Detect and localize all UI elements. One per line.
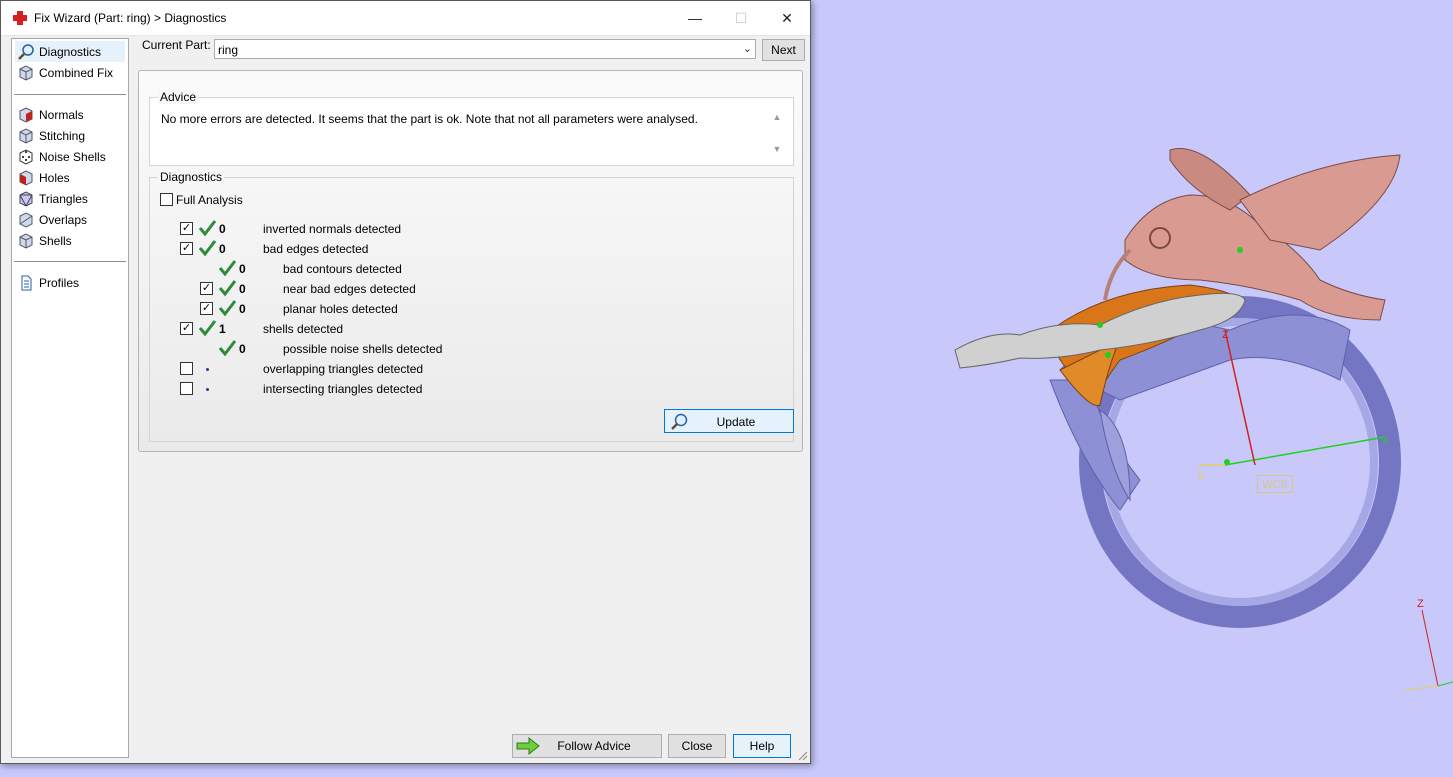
sidebar-divider [14, 261, 126, 262]
diagnostics-title: Diagnostics [158, 170, 225, 184]
svg-text:Z: Z [1222, 329, 1229, 341]
sidebar-divider [14, 94, 126, 95]
advice-group: Advice No more errors are detected. It s… [149, 90, 794, 166]
help-button[interactable]: Help [733, 734, 791, 758]
green-check-icon [198, 240, 216, 257]
current-part-select[interactable]: ring ⌄ [214, 39, 756, 59]
window-title: Fix Wizard (Part: ring) > Diagnostics [34, 11, 227, 25]
bad-contours-label: bad contours detected [283, 262, 402, 276]
planar-holes-label: planar holes detected [283, 302, 398, 316]
advice-scrollbar[interactable]: ▲ ▼ [770, 110, 784, 156]
cube-icon [19, 65, 33, 81]
sidebar-item-overlaps[interactable]: Overlaps [15, 209, 125, 230]
overlaps-cube-icon [19, 212, 33, 228]
svg-text:Z: Z [1417, 598, 1424, 610]
green-check-icon [218, 280, 236, 297]
chevron-down-icon: ⌄ [742, 43, 752, 55]
next-button[interactable]: Next [762, 39, 805, 61]
sidebar-item-diagnostics[interactable]: Diagnostics [15, 41, 125, 62]
update-button[interactable]: Update [664, 409, 794, 433]
intersecting-triangles-checkbox[interactable] [180, 382, 193, 395]
near-bad-edges-label: near bad edges detected [283, 282, 416, 296]
dice-icon [19, 149, 33, 165]
overlapping-triangles-checkbox[interactable] [180, 362, 193, 375]
shells-label: shells detected [263, 322, 344, 336]
close-button[interactable]: Close [668, 734, 726, 758]
wcs-label: WCS [1257, 475, 1293, 493]
scroll-down-icon[interactable]: ▼ [770, 142, 784, 156]
inverted-normals-count: 0 [219, 222, 226, 236]
follow-advice-label: Follow Advice [557, 739, 631, 753]
current-part-label: Current Part: [142, 38, 211, 52]
sidebar-item-combined-fix[interactable]: Combined Fix [15, 62, 125, 83]
green-check-icon [198, 220, 216, 237]
inverted-normals-checkbox[interactable]: ✓ [180, 222, 193, 235]
shells-checkbox[interactable]: ✓ [180, 322, 193, 335]
magnifier-icon [18, 44, 34, 60]
normals-cube-icon [19, 107, 33, 123]
fix-wizard-dialog: Fix Wizard (Part: ring) > Diagnostics — … [0, 0, 811, 764]
green-check-icon [218, 300, 236, 317]
green-check-icon [218, 260, 236, 277]
bad-edges-label: bad edges detected [263, 242, 369, 256]
title-bar[interactable]: Fix Wizard (Part: ring) > Diagnostics — … [1, 1, 810, 36]
overlapping-triangles-label: overlapping triangles detected [263, 362, 424, 376]
bad-contours-count: 0 [239, 262, 246, 276]
diagnostics-panel: Advice No more errors are detected. It s… [138, 70, 803, 452]
bad-edges-checkbox[interactable]: ✓ [180, 242, 193, 255]
holes-cube-icon [19, 170, 33, 186]
planar-holes-count: 0 [239, 302, 246, 316]
near-bad-edges-checkbox[interactable]: ✓ [200, 282, 213, 295]
svg-text:y: y [1198, 467, 1204, 481]
green-check-icon [218, 340, 236, 357]
svg-text:x: x [1383, 434, 1389, 446]
near-bad-edges-count: 0 [239, 282, 246, 296]
maximize-button: ☐ [734, 10, 748, 26]
wizard-sidebar: Diagnostics Combined Fix Normals Stitchi… [11, 38, 129, 758]
diagnostics-group: Diagnostics Full Analysis ✓ 0 inverted n… [149, 170, 794, 442]
scroll-up-icon[interactable]: ▲ [770, 110, 784, 124]
sidebar-item-profiles[interactable]: Profiles [15, 272, 125, 293]
green-check-icon [198, 320, 216, 337]
green-arrow-icon [516, 736, 540, 756]
advice-title: Advice [158, 90, 199, 104]
intersecting-triangles-label: intersecting triangles detected [263, 382, 423, 396]
shells-count: 1 [219, 322, 226, 336]
noise-shells-count: 0 [239, 342, 246, 356]
red-cross-icon [13, 11, 27, 25]
current-part-value: ring [218, 43, 239, 57]
pending-dot-icon [206, 368, 209, 371]
minimize-button[interactable]: — [672, 1, 718, 35]
stitching-cube-icon [19, 128, 33, 144]
sidebar-item-shells[interactable]: Shells [15, 230, 125, 251]
full-analysis-label: Full Analysis [176, 193, 243, 207]
planar-holes-checkbox[interactable]: ✓ [200, 302, 213, 315]
sidebar-item-noise-shells[interactable]: Noise Shells [15, 146, 125, 167]
pending-dot-icon [206, 388, 209, 391]
sidebar-item-normals[interactable]: Normals [15, 104, 125, 125]
bad-edges-count: 0 [219, 242, 226, 256]
resize-grip-icon[interactable] [798, 751, 808, 761]
sidebar-item-holes[interactable]: Holes [15, 167, 125, 188]
inverted-normals-label: inverted normals detected [263, 222, 402, 236]
document-icon [21, 275, 32, 291]
close-window-button[interactable]: ✕ [764, 1, 810, 35]
sidebar-item-stitching[interactable]: Stitching [15, 125, 125, 146]
full-analysis-checkbox[interactable] [160, 193, 173, 206]
triangles-cube-icon [19, 191, 33, 207]
update-label: Update [716, 415, 756, 429]
sidebar-item-triangles[interactable]: Triangles [15, 188, 125, 209]
noise-shells-label: possible noise shells detected [283, 342, 443, 356]
advice-text: No more errors are detected. It seems th… [161, 112, 698, 126]
shells-cube-icon [19, 233, 33, 249]
follow-advice-button[interactable]: Follow Advice [512, 734, 662, 758]
